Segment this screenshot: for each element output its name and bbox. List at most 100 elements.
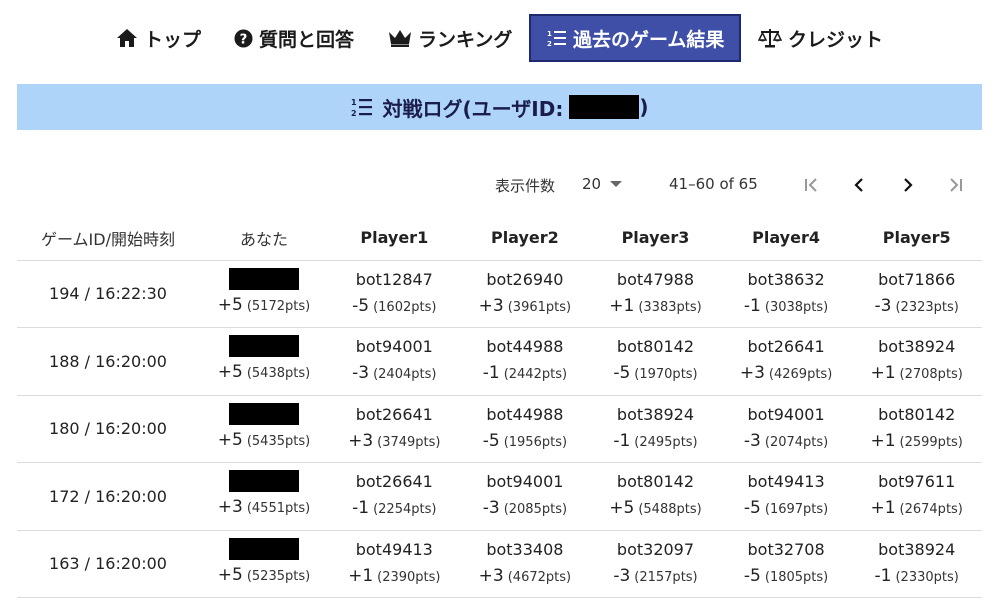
player-name: bot38632 [747,269,825,289]
svg-text:2: 2 [547,40,552,47]
svg-text:1: 1 [547,30,552,38]
score-line: -3 (2085pts) [483,495,567,523]
score-line: +1 (2390pts) [348,563,440,591]
score-line: -5 (1805pts) [744,563,828,591]
player-name: bot38924 [616,404,695,424]
top-nav: トップ ? 質問と回答 ランキング 1 2 過去のゲーム結果 クレジット [0,14,1000,62]
player-cell: bot80142 -5 (1970pts) [590,327,721,396]
score-change: +5 [609,498,635,519]
score-line: +5 (5172pts) [218,292,310,320]
score-line: -1 (2330pts) [875,563,959,591]
nav-item-history[interactable]: 1 2 過去のゲーム結果 [529,14,741,62]
player-name: bot44988 [486,337,564,357]
you-cell: +5 (5172pts) [199,260,329,328]
points: (2074pts) [764,434,829,450]
score-line: -3 (2074pts) [744,428,828,456]
page-title-suffix: ) [639,95,649,119]
score-line: -1 (2254pts) [352,495,436,523]
player-name: bot71866 [878,269,956,289]
redacted-name [229,470,299,493]
you-cell: +3 (4551pts) [199,462,329,531]
next-page-button[interactable] [893,170,923,200]
first-page-button[interactable] [796,170,826,200]
redacted-name [229,402,299,425]
score-line: +3 (4551pts) [218,494,310,522]
points: (4672pts) [507,569,572,585]
player-cell: bot26641 -1 (2254pts) [329,462,460,531]
score-change: -5 [482,430,500,451]
player-name: bot33408 [486,539,564,559]
player-cell: bot94001 -3 (2404pts) [329,327,460,396]
score-line: -5 (1970pts) [613,360,697,388]
player-cell: bot32097 -3 (2157pts) [590,530,721,598]
player-cell: bot71866 -3 (2323pts) [851,260,982,328]
nav-item-top[interactable]: トップ [116,14,201,62]
rows-per-page-value: 20 [582,175,602,193]
player-name: bot49413 [747,472,825,492]
score-line: -5 (1956pts) [483,428,567,456]
nav-item-label: 過去のゲーム結果 [573,28,725,51]
redacted-name [229,537,299,560]
points: (5172pts) [246,298,311,314]
points: (2442pts) [503,367,568,383]
score-change: +3 [478,565,504,586]
player-cell: bot26641 +3 (3749pts) [329,395,460,463]
player-cell: bot47988 +1 (3383pts) [590,260,721,328]
page-title-banner: 12 対戦ログ(ユーザID: ) [17,84,982,130]
points: (1697pts) [764,502,829,518]
score-line: -3 (2323pts) [875,293,959,321]
points: (2323pts) [895,299,959,315]
player-name: bot94001 [486,472,564,492]
score-line: +1 (2599pts) [870,428,962,456]
score-change: +3 [478,295,504,316]
nav-item-credit[interactable]: クレジット [758,14,883,62]
points: (2390pts) [377,569,441,585]
score-change: +3 [348,430,374,451]
score-change: -5 [352,295,370,316]
score-line: +5 (5435pts) [218,427,310,455]
player-cell: bot26641 +3 (4269pts) [720,327,852,396]
player-cell: bot32708 -5 (1805pts) [720,530,852,598]
player-cell: bot44988 -5 (1956pts) [459,395,591,463]
player-cell: bot80142 +1 (2599pts) [851,395,982,463]
score-line: +1 (2708pts) [870,360,962,388]
table-row: 188 / 16:20:00 +5 (5438pts) bot94001 -3 (2404… [17,327,982,396]
player-name: bot44988 [486,404,564,424]
score-change: -3 [482,498,500,519]
player-cell: bot94001 -3 (2074pts) [720,395,852,463]
player-name: bot94001 [355,337,433,357]
redacted-name [229,267,299,290]
points: (4551pts) [246,501,311,517]
points: (2495pts) [634,434,698,450]
svg-text:1: 1 [351,98,357,107]
score-change: +1 [609,295,635,316]
nav-item-label: ランキング [418,28,513,51]
prev-page-button[interactable] [844,170,874,200]
player-name: bot80142 [878,404,956,424]
column-header-player1: Player1 [329,216,460,261]
you-cell: +5 (5235pts) [199,530,329,598]
last-page-icon [950,178,962,192]
score-line: +3 (4269pts) [740,360,832,388]
score-line: +3 (3961pts) [479,293,571,321]
player-name: bot26641 [747,337,825,357]
player-cell: bot38924 +1 (2708pts) [851,327,982,396]
nav-item-faq[interactable]: ? 質問と回答 [234,14,354,62]
rows-per-page-select[interactable]: 20 [582,175,623,193]
points: (5435pts) [246,433,311,449]
nav-item-ranking[interactable]: ランキング [388,14,512,62]
column-header-game: ゲームID/開始時刻 [17,216,199,261]
caret-down-icon [610,181,623,187]
game-id-time: 163 / 16:20:00 [17,530,199,598]
player-cell: bot26940 +3 (3961pts) [459,260,591,328]
points: (2330pts) [895,569,959,585]
score-line: +5 (5488pts) [609,495,701,523]
score-change: +1 [870,498,896,519]
balance-scale-icon [758,28,782,48]
score-change: -1 [482,363,500,384]
player-cell: bot97611 +1 (2674pts) [851,462,982,531]
score-change: +3 [217,497,243,518]
last-page-button[interactable] [941,170,971,200]
points: (2085pts) [503,502,568,518]
score-line: -1 (3038pts) [744,293,828,321]
